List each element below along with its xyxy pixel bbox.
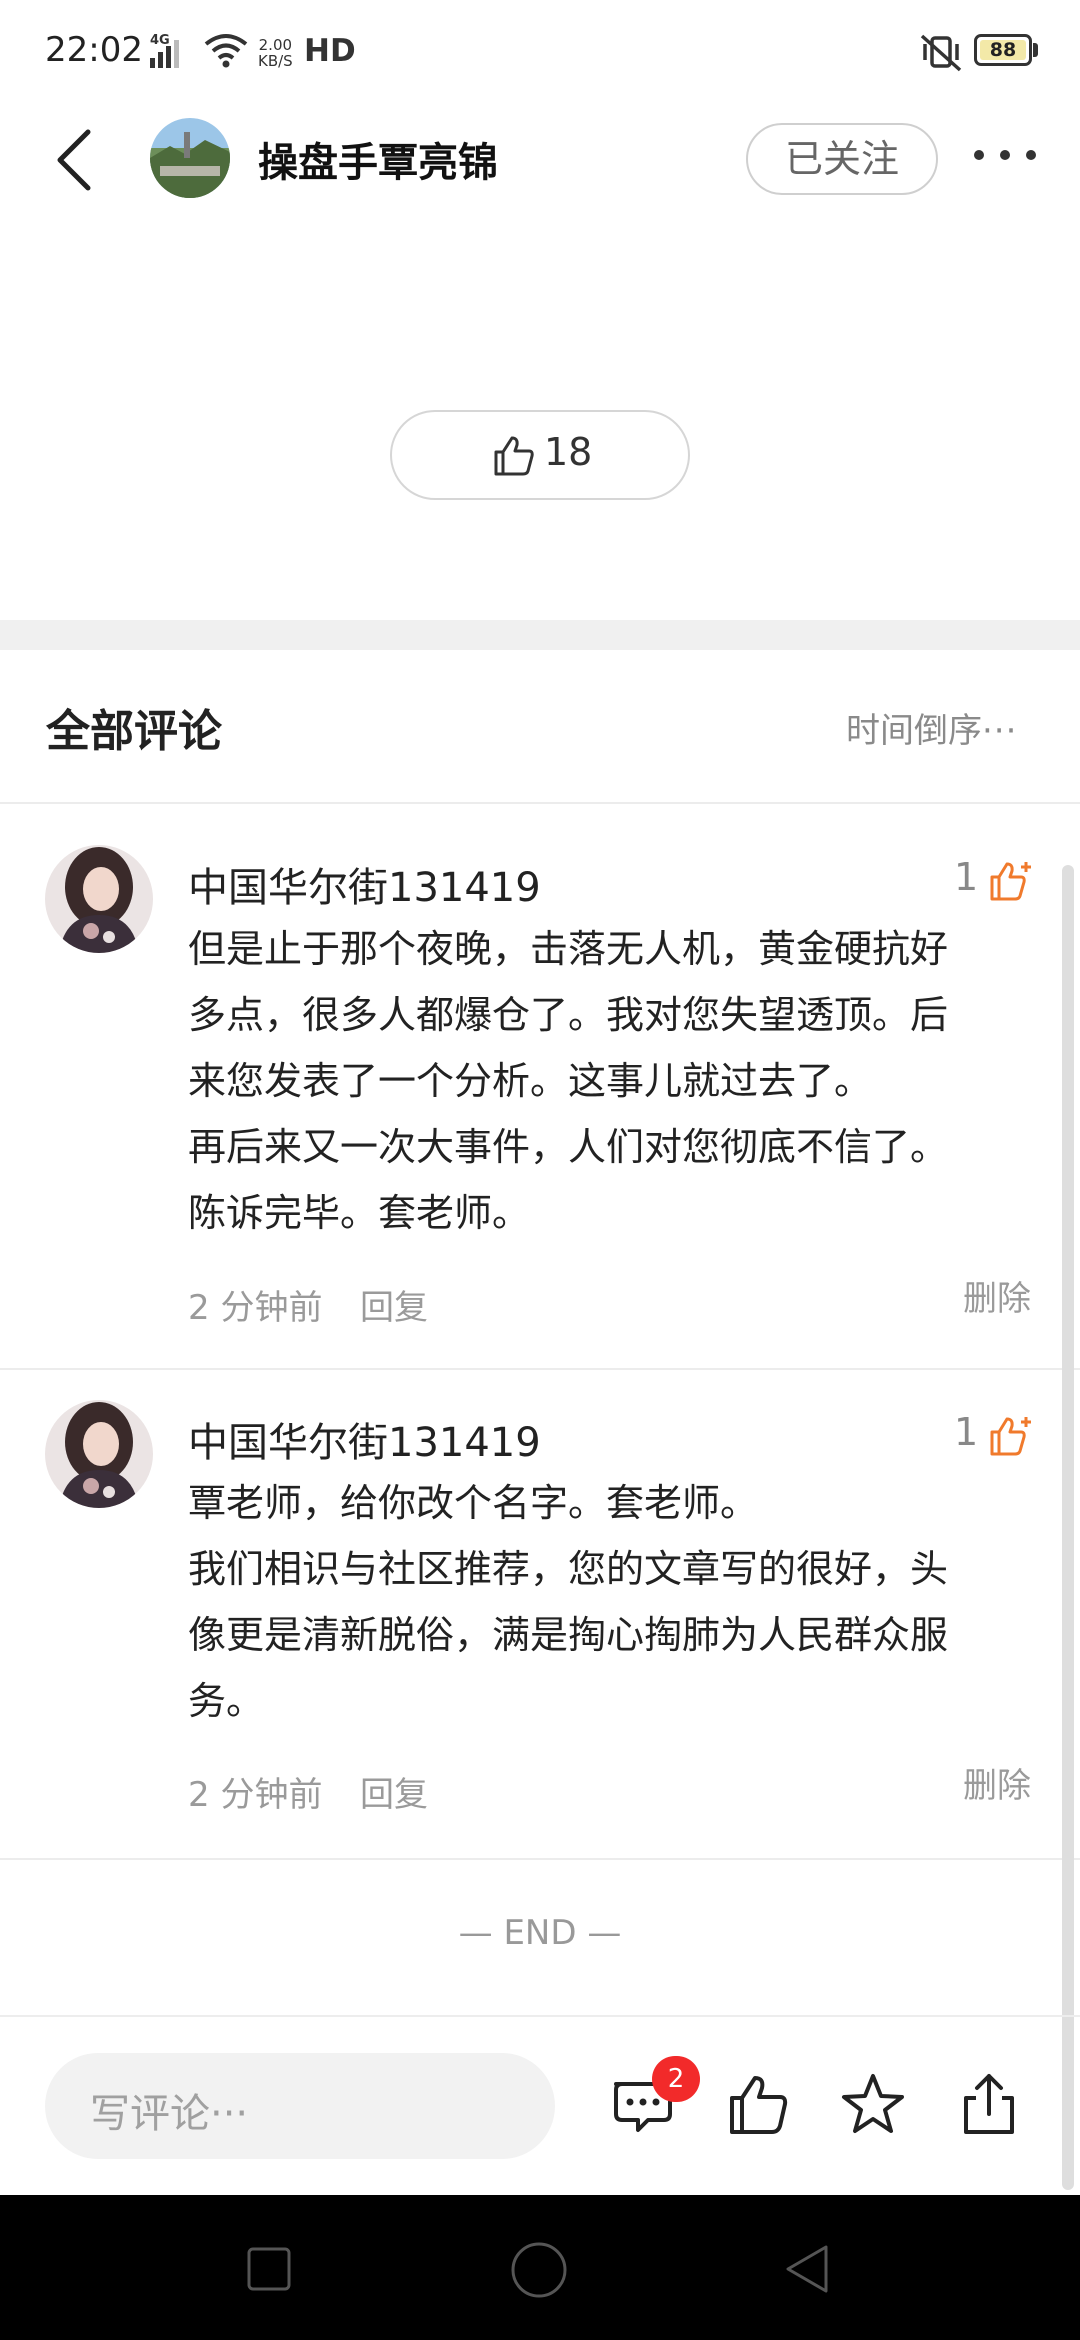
thumbs-up-plus-icon (990, 1417, 1031, 1456)
circle-icon (511, 2242, 567, 2298)
like-button[interactable] (724, 2070, 794, 2140)
comment-username[interactable]: 中国华尔街131419 (188, 1410, 541, 1468)
comments-title: 全部评论 (46, 706, 222, 757)
delete-button[interactable]: 删除 (963, 1758, 1031, 1807)
section-divider (0, 620, 1080, 650)
comment-like-count: 1 (954, 1410, 979, 1454)
vibrate-mute-icon (918, 32, 964, 76)
share-icon (964, 2074, 1014, 2134)
author-avatar[interactable] (150, 118, 230, 198)
thumbs-up-icon (494, 436, 534, 476)
comment-like-button[interactable]: 1 (954, 1408, 1044, 1468)
svg-text:4G: 4G (150, 33, 170, 48)
comment-item: 中国华尔街131419 1 覃老师，给你改个名字。套老师。 我们相识与社区推荐，… (0, 1370, 1080, 1858)
network-speed-value: 2.00 (258, 36, 293, 54)
reply-button[interactable]: 回复 (360, 1767, 428, 1816)
scrollbar[interactable] (1062, 865, 1074, 2190)
recents-button[interactable] (245, 2245, 293, 2297)
sort-label: 时间倒序 (846, 711, 982, 751)
status-bar: 22:02 4G 2.00 KB/S HD 88 (0, 0, 1080, 100)
favorite-button[interactable] (838, 2070, 908, 2140)
sort-button[interactable]: 时间倒序··· (846, 703, 1017, 752)
post-like-button[interactable]: 18 (390, 410, 690, 500)
home-button[interactable] (510, 2241, 568, 2303)
share-button[interactable] (954, 2070, 1024, 2140)
comment-like-count: 1 (954, 855, 979, 899)
system-navigation-bar (0, 2195, 1080, 2340)
network-speed-unit: KB/S (258, 52, 293, 70)
comment-line: 但是止于那个夜晚，击落无人机，黄金硬抗好 (188, 927, 949, 971)
comment-line: 来您发表了一个分析。这事儿就过去了。 (188, 1059, 873, 1103)
comment-line: 再后来又一次大事件，人们对您彻底不信了。 (188, 1125, 949, 1169)
wifi-icon (203, 32, 249, 72)
more-options-button[interactable] (970, 140, 1040, 170)
divider (0, 1858, 1080, 1860)
back-nav-button[interactable] (782, 2241, 832, 2301)
comment-line: 像更是清新脱俗，满是掏心掏肺为人民群众服 (188, 1613, 949, 1657)
comment-body: 但是止于那个夜晚，击落无人机，黄金硬抗好 多点，很多人都爆仓了。我对您失望透顶。… (188, 916, 1038, 1246)
comment-line: 我们相识与社区推荐，您的文章写的很好，头 (188, 1547, 949, 1591)
follow-button[interactable]: 已关注 (746, 123, 938, 195)
comment-line: 覃老师，给你改个名字。套老师。 (188, 1481, 759, 1525)
comment-body: 覃老师，给你改个名字。套老师。 我们相识与社区推荐，您的文章写的很好，头 像更是… (188, 1470, 1038, 1734)
comment-item: 中国华尔街131419 1 但是止于那个夜晚，击落无人机，黄金硬抗好 多点，很多… (0, 803, 1080, 1368)
comment-line: 务。 (188, 1679, 265, 1723)
post-like-count: 18 (544, 430, 593, 474)
comment-input[interactable]: 写评论··· (45, 2053, 555, 2159)
comment-line: 多点，很多人都爆仓了。我对您失望透顶。后 (188, 993, 949, 1037)
network-speed: 2.00 KB/S (258, 37, 293, 69)
divider (0, 2015, 1080, 2017)
comment-user-avatar[interactable] (45, 1400, 153, 1508)
chevron-left-icon (57, 129, 91, 191)
back-button[interactable] (50, 120, 110, 200)
thumbs-up-icon (730, 2076, 788, 2134)
end-marker: — END — (458, 1913, 622, 1953)
comment-input-placeholder: 写评论··· (90, 2091, 249, 2137)
status-time: 22:02 (45, 30, 143, 70)
comment-user-avatar[interactable] (45, 845, 153, 953)
star-icon (842, 2074, 904, 2133)
comment-username[interactable]: 中国华尔街131419 (188, 855, 541, 913)
cellular-signal-icon: 4G (148, 28, 192, 76)
comment-timestamp: 2 分钟前 (188, 1775, 323, 1815)
author-name[interactable]: 操盘手覃亮锦 (258, 130, 498, 188)
comment-count-badge: 2 (652, 2056, 700, 2102)
battery-icon: 88 (974, 34, 1032, 66)
triangle-back-icon (786, 2245, 828, 2293)
comment-timestamp: 2 分钟前 (188, 1288, 323, 1328)
delete-button[interactable]: 删除 (963, 1271, 1031, 1320)
battery-level: 88 (989, 39, 1017, 61)
comment-like-button[interactable]: 1 (954, 853, 1044, 913)
battery-tip (1033, 43, 1038, 57)
reply-button[interactable]: 回复 (360, 1280, 428, 1329)
hd-indicator: HD (304, 33, 356, 69)
thumbs-up-plus-icon (990, 862, 1031, 901)
sort-more-icon: ··· (982, 711, 1018, 751)
square-icon (247, 2247, 291, 2291)
comment-line: 陈诉完毕。套老师。 (188, 1191, 531, 1235)
